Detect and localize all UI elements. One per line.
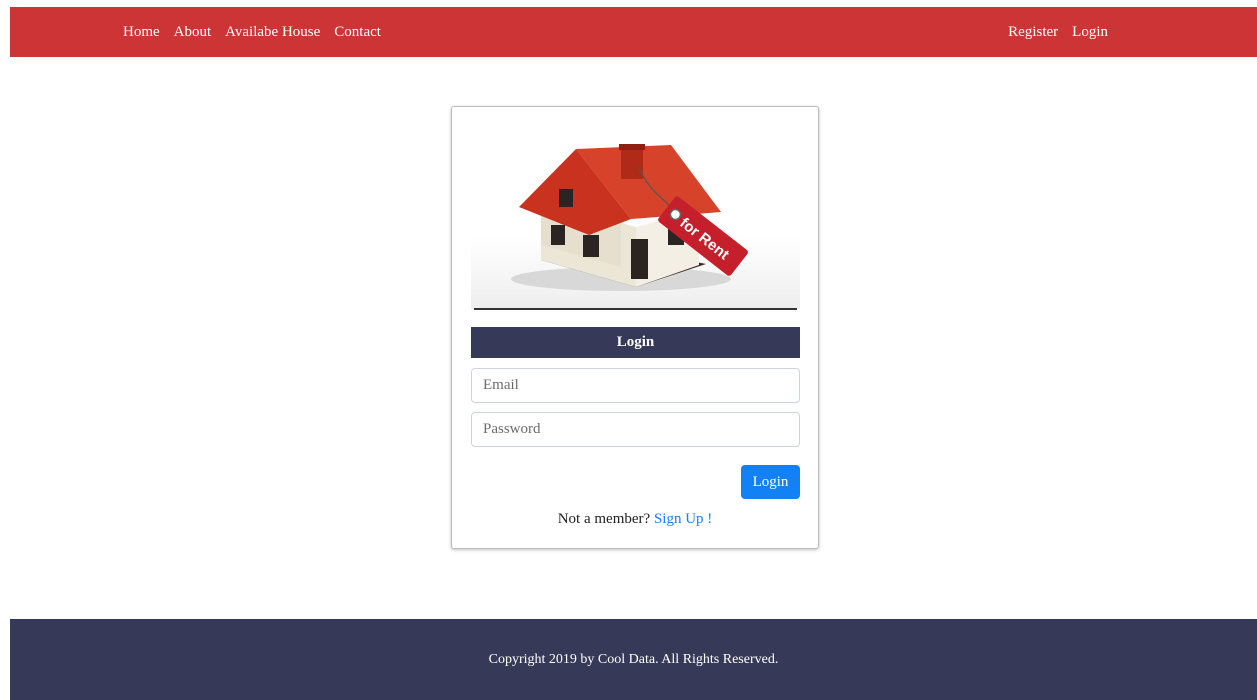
nav-link-login[interactable]: Login	[1072, 24, 1108, 41]
signup-link[interactable]: Sign Up !	[654, 511, 712, 527]
house-for-rent-image: for Rent	[471, 127, 800, 309]
copyright-text: Copyright 2019 by Cool Data. All Rights …	[488, 651, 779, 667]
page-footer: Copyright 2019 by Cool Data. All Rights …	[10, 619, 1257, 700]
login-card: for Rent Login Login Not a member? Sign …	[451, 106, 819, 549]
nav-link-about[interactable]: About	[174, 24, 212, 41]
nav-link-home[interactable]: Home	[123, 24, 160, 41]
login-title-bar: Login	[471, 327, 800, 358]
house-illustration: for Rent	[511, 144, 748, 291]
nav-link-contact[interactable]: Contact	[334, 24, 381, 41]
image-divider	[474, 308, 797, 310]
password-input[interactable]	[471, 412, 800, 447]
signup-prompt-line: Not a member? Sign Up !	[452, 511, 818, 528]
top-navbar: Home About Availabe House Contact Regist…	[10, 7, 1257, 57]
nav-right-links: Register Login	[1008, 24, 1108, 41]
signup-prompt-text: Not a member?	[557, 511, 651, 527]
nav-link-register[interactable]: Register	[1008, 24, 1058, 41]
nav-left-links: Home About Availabe House Contact	[123, 24, 381, 41]
login-button[interactable]: Login	[741, 465, 800, 499]
nav-link-available-house[interactable]: Availabe House	[225, 24, 320, 41]
email-input[interactable]	[471, 368, 800, 403]
